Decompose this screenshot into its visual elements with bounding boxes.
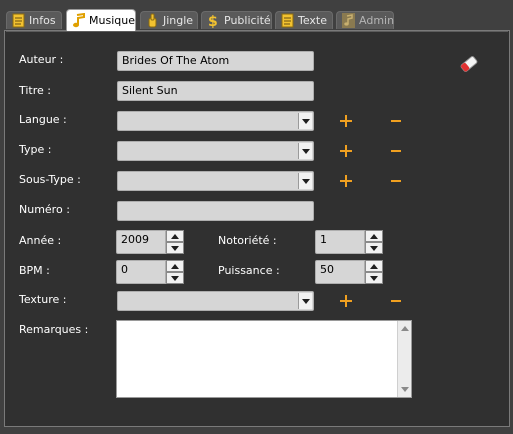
langue-label: Langue : bbox=[19, 113, 67, 126]
tab-musique-label: Musique bbox=[89, 14, 135, 27]
puissance-value[interactable]: 50 bbox=[315, 260, 365, 284]
add-langue-button[interactable] bbox=[340, 115, 352, 127]
bpm-value[interactable]: 0 bbox=[116, 260, 166, 284]
tab-admin[interactable]: Admin bbox=[336, 11, 394, 29]
annee-value[interactable]: 2009 bbox=[116, 230, 166, 254]
stepper-up-icon[interactable] bbox=[166, 260, 184, 272]
scroll-down-icon[interactable] bbox=[401, 387, 409, 392]
type-dropdown[interactable] bbox=[117, 141, 314, 161]
stepper-up-icon[interactable] bbox=[365, 230, 383, 242]
soustype-dropdown[interactable] bbox=[117, 171, 314, 191]
puissance-stepper[interactable]: 50 bbox=[315, 260, 383, 284]
document-icon bbox=[281, 13, 294, 28]
notoriete-value[interactable]: 1 bbox=[315, 230, 365, 254]
stepper-down-icon[interactable] bbox=[166, 272, 184, 284]
numero-field[interactable] bbox=[117, 201, 314, 221]
music-note-icon bbox=[72, 12, 85, 28]
dollar-icon: $ bbox=[207, 13, 220, 30]
remarques-label: Remarques : bbox=[19, 323, 89, 336]
hand-icon bbox=[146, 13, 159, 28]
tab-publicite[interactable]: $ Publicité bbox=[201, 11, 272, 30]
tab-infos[interactable]: Infos bbox=[6, 11, 62, 29]
remove-langue-button[interactable] bbox=[390, 115, 402, 127]
stepper-down-icon[interactable] bbox=[166, 242, 184, 254]
tab-publicite-label: Publicité bbox=[224, 14, 271, 27]
document-icon bbox=[12, 13, 25, 28]
soustype-label: Sous-Type : bbox=[19, 173, 81, 186]
tab-texte-label: Texte bbox=[298, 14, 328, 27]
annee-stepper[interactable]: 2009 bbox=[116, 230, 184, 254]
svg-text:$: $ bbox=[208, 14, 218, 28]
add-texture-button[interactable] bbox=[340, 295, 352, 307]
add-soustype-button[interactable] bbox=[340, 175, 352, 187]
numero-label: Numéro : bbox=[19, 203, 70, 216]
notoriete-stepper[interactable]: 1 bbox=[315, 230, 383, 254]
eraser-icon[interactable] bbox=[458, 53, 480, 75]
chevron-down-icon[interactable] bbox=[298, 173, 312, 189]
chevron-down-icon[interactable] bbox=[298, 293, 312, 309]
remove-texture-button[interactable] bbox=[390, 295, 402, 307]
texture-dropdown[interactable] bbox=[117, 291, 314, 311]
annee-label: Année : bbox=[19, 234, 62, 247]
texture-label: Texture : bbox=[19, 293, 67, 306]
remove-soustype-button[interactable] bbox=[390, 175, 402, 187]
tab-infos-label: Infos bbox=[29, 14, 56, 27]
remove-type-button[interactable] bbox=[390, 145, 402, 157]
remarques-textarea[interactable] bbox=[116, 320, 412, 398]
tab-bar: Infos Musique Jingle $ Publicité Texte A… bbox=[0, 0, 513, 31]
tab-admin-label: Admin bbox=[359, 14, 395, 27]
music-note-icon bbox=[342, 13, 355, 28]
stepper-up-icon[interactable] bbox=[166, 230, 184, 242]
langue-dropdown[interactable] bbox=[117, 111, 314, 131]
tab-jingle[interactable]: Jingle bbox=[140, 11, 198, 29]
vertical-scrollbar[interactable] bbox=[397, 321, 411, 397]
auteur-label: Auteur : bbox=[19, 53, 64, 66]
stepper-down-icon[interactable] bbox=[365, 272, 383, 284]
tab-musique[interactable]: Musique bbox=[66, 9, 136, 31]
add-type-button[interactable] bbox=[340, 145, 352, 157]
stepper-down-icon[interactable] bbox=[365, 242, 383, 254]
notoriete-label: Notoriété : bbox=[218, 234, 277, 247]
chevron-down-icon[interactable] bbox=[298, 143, 312, 159]
musique-panel: Auteur : Brides Of The Atom Titre : Sile… bbox=[4, 30, 510, 427]
bpm-stepper[interactable]: 0 bbox=[116, 260, 184, 284]
tab-texte[interactable]: Texte bbox=[275, 11, 333, 29]
panel-divider bbox=[6, 31, 508, 32]
chevron-down-icon[interactable] bbox=[298, 113, 312, 129]
titre-label: Titre : bbox=[19, 84, 52, 97]
puissance-label: Puissance : bbox=[218, 264, 280, 277]
tab-jingle-label: Jingle bbox=[163, 14, 194, 27]
type-label: Type : bbox=[19, 143, 52, 156]
auteur-field[interactable]: Brides Of The Atom bbox=[117, 51, 314, 71]
titre-field[interactable]: Silent Sun bbox=[117, 81, 314, 101]
stepper-up-icon[interactable] bbox=[365, 260, 383, 272]
scroll-up-icon[interactable] bbox=[401, 326, 409, 331]
bpm-label: BPM : bbox=[19, 264, 50, 277]
